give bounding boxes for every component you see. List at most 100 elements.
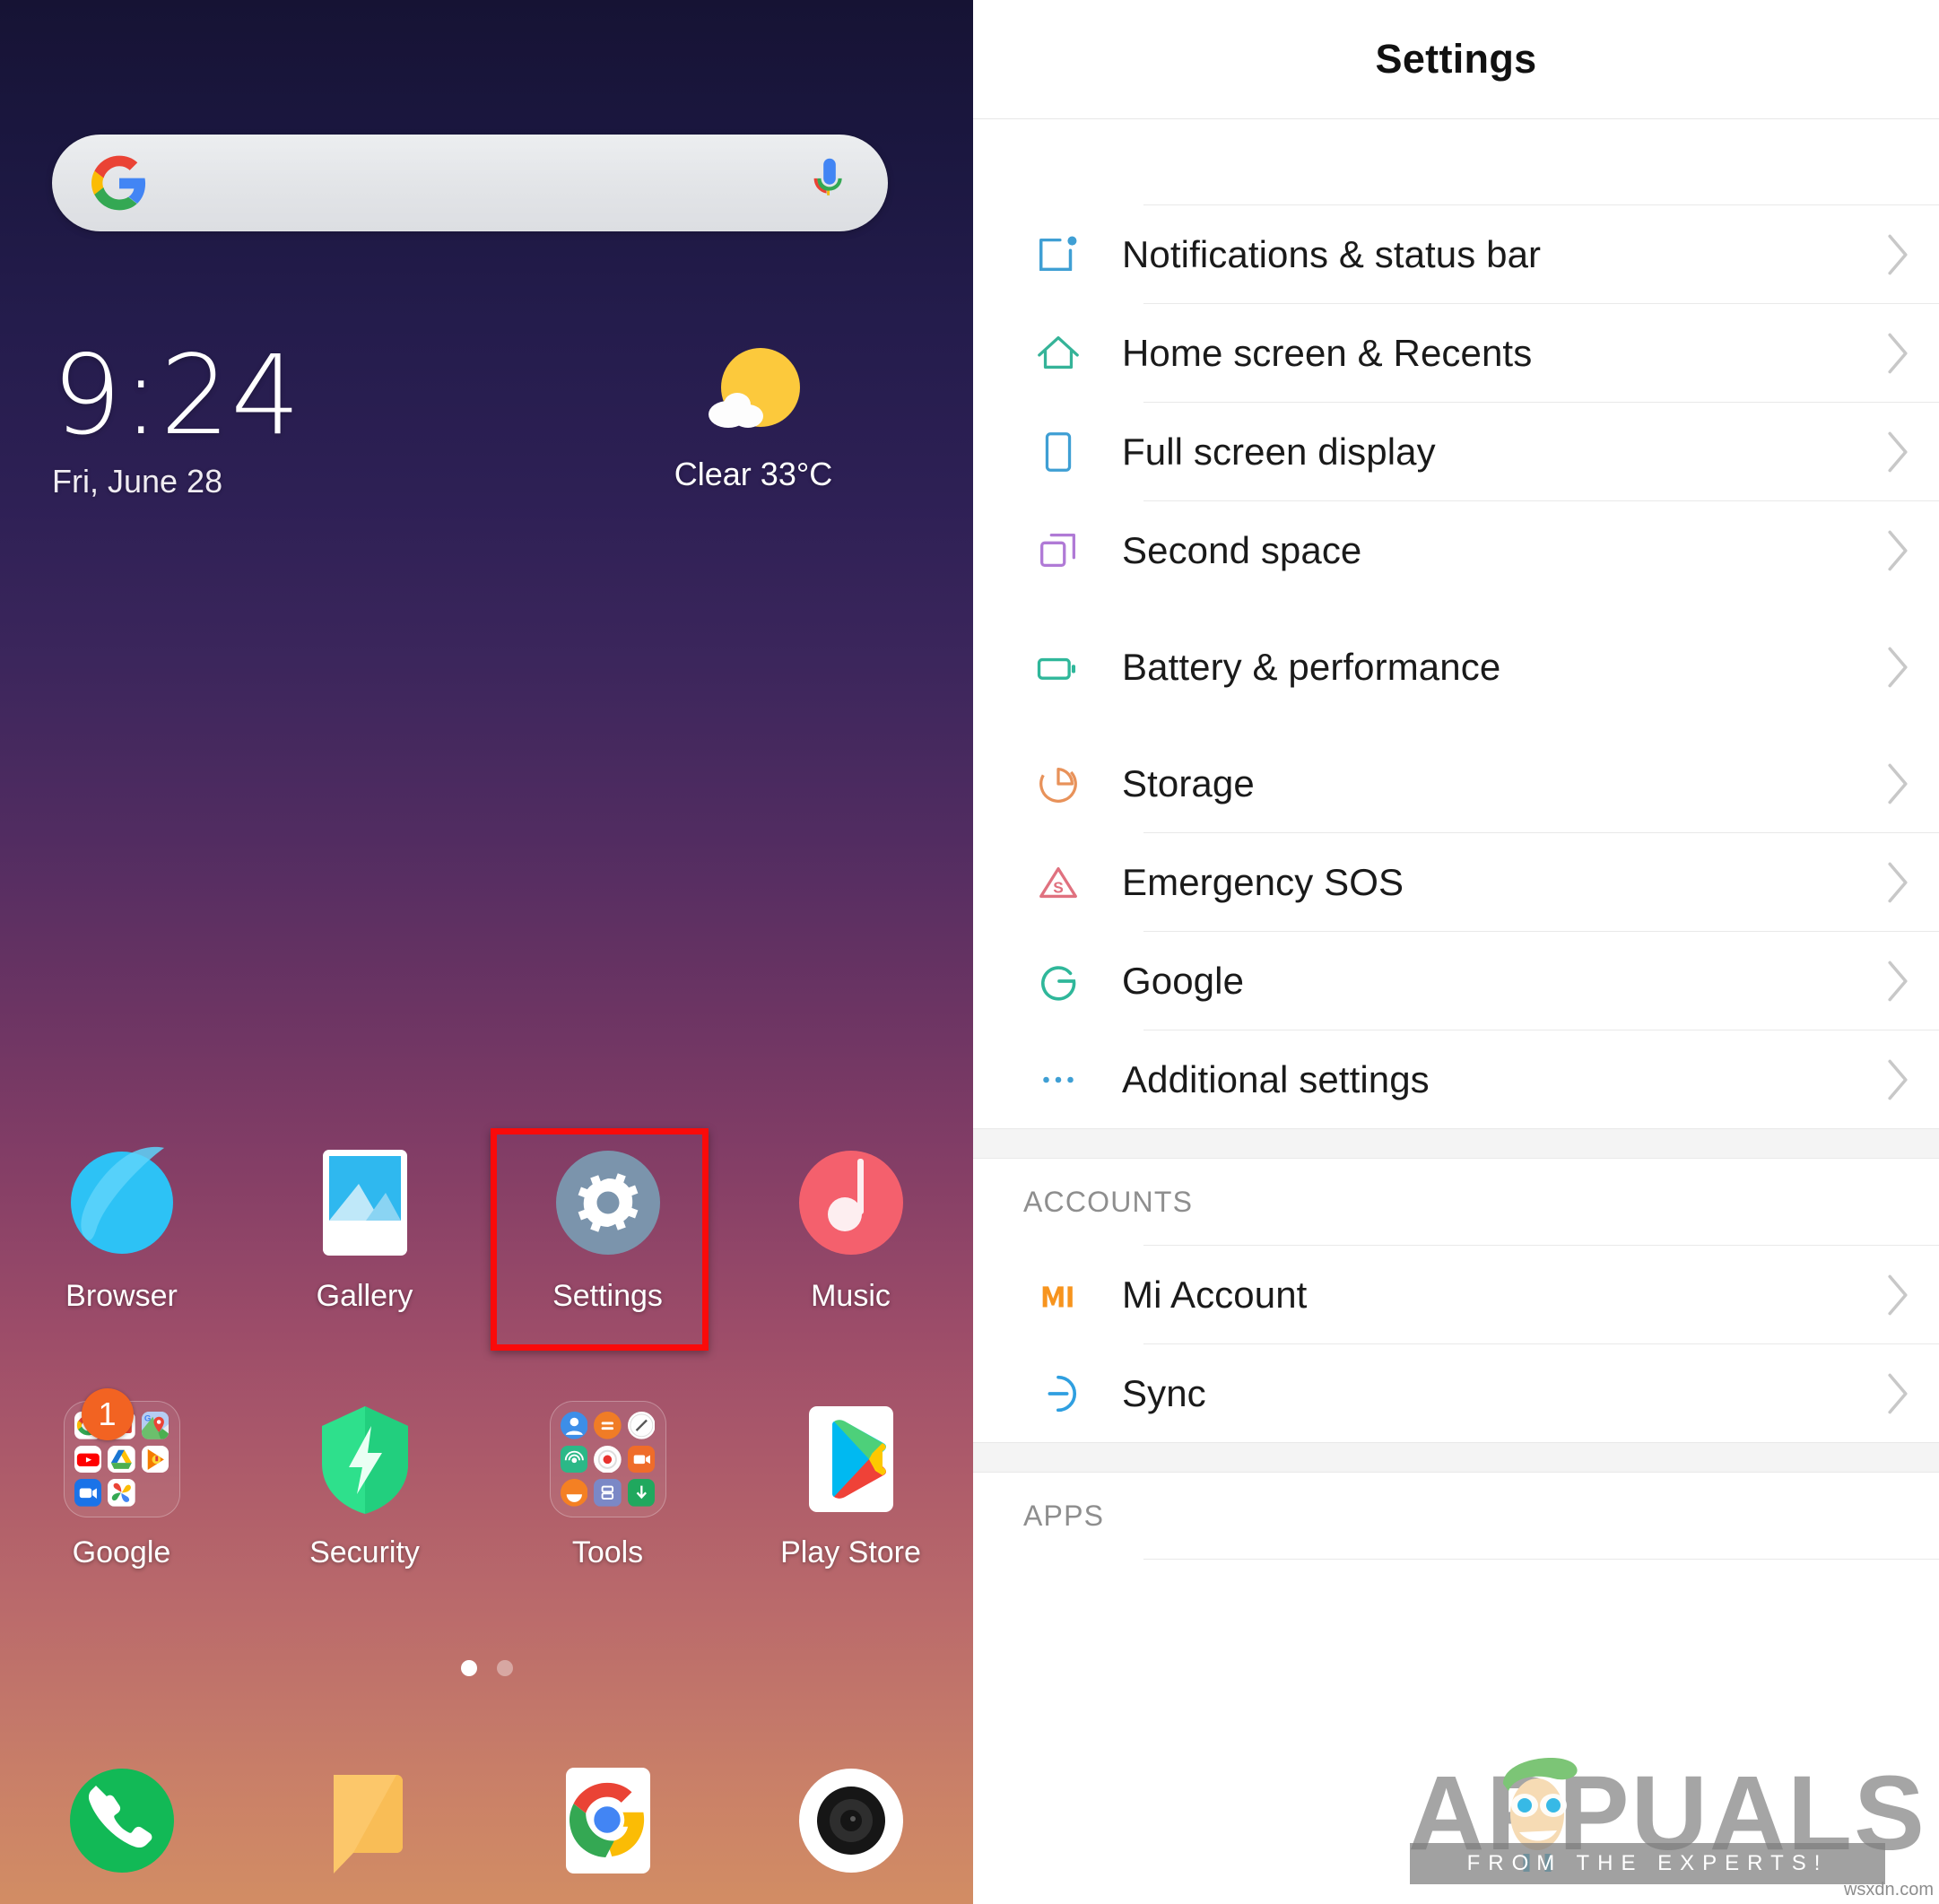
- screenshot-root: 9:24 Fri, June 28 Clear 33°C Browser Gal…: [0, 0, 1939, 1904]
- app-label: Browser: [65, 1279, 178, 1313]
- chevron-right-icon: [1856, 528, 1939, 573]
- battery-icon: [1011, 642, 1106, 692]
- settings-header: Settings: [973, 0, 1939, 118]
- app-label: Settings: [552, 1279, 663, 1313]
- clock-weather-widget[interactable]: 9:24 Fri, June 28 Clear 33°C: [52, 341, 888, 500]
- app-play-store[interactable]: Play Store: [729, 1401, 972, 1570]
- settings-row-label: Second space: [1122, 528, 1362, 571]
- google-g-outline-icon: [1011, 957, 1106, 1005]
- app-label: Music: [811, 1279, 891, 1313]
- folder-app-play-music: [141, 1445, 170, 1474]
- settings-row-additional-settings[interactable]: Additional settings: [973, 1030, 1939, 1128]
- microphone-icon[interactable]: [811, 157, 848, 209]
- notification-badge-icon: [1011, 230, 1106, 279]
- folder-app-downloads: [627, 1479, 656, 1507]
- settings-row-battery-performance[interactable]: Battery & performance: [973, 600, 1939, 735]
- app-row-2: G 1 Google Security Tools Play Store: [0, 1388, 973, 1570]
- google-folder-icon: G 1: [63, 1388, 180, 1517]
- app-label: Tools: [571, 1535, 644, 1569]
- folder-app-drive: [108, 1445, 135, 1474]
- app-security[interactable]: Security: [243, 1401, 486, 1570]
- section-header-accounts: ACCOUNTS: [973, 1159, 1939, 1245]
- camera-lens-icon: [793, 1762, 909, 1879]
- settings-row-notifications[interactable]: Notifications & status bar: [973, 205, 1939, 303]
- settings-row-label: Battery & performance: [1122, 646, 1501, 688]
- folder-app-mi-remote: [560, 1445, 588, 1474]
- partial-scrolled-row[interactable]: [973, 119, 1939, 204]
- app-gallery[interactable]: Gallery: [243, 1144, 486, 1314]
- settings-row-emergency-sos[interactable]: S Emergency SOS: [973, 833, 1939, 931]
- settings-row-label: Mi Account: [1122, 1273, 1308, 1316]
- svg-text:G: G: [144, 1414, 151, 1424]
- dock-app-chrome[interactable]: [486, 1762, 729, 1879]
- mi-logo-icon: [1011, 1271, 1106, 1319]
- sync-circle-icon: [1011, 1369, 1106, 1418]
- row-divider: [1143, 1559, 1939, 1560]
- settings-row-storage[interactable]: Storage: [973, 735, 1939, 832]
- app-settings[interactable]: Settings: [486, 1144, 729, 1314]
- settings-row-full-screen-display[interactable]: Full screen display: [973, 403, 1939, 500]
- browser-icon: [64, 1144, 180, 1261]
- chevron-right-icon: [1856, 331, 1939, 376]
- settings-row-mi-account[interactable]: Mi Account: [973, 1246, 1939, 1343]
- settings-gear-icon: [550, 1144, 666, 1261]
- settings-row-label: Home screen & Recents: [1122, 331, 1533, 374]
- app-browser[interactable]: Browser: [0, 1144, 243, 1314]
- settings-row-label: Notifications & status bar: [1122, 232, 1542, 275]
- sos-triangle-icon: S: [1011, 858, 1106, 907]
- folder-badge-count: 1: [81, 1388, 134, 1440]
- settings-row-sync[interactable]: Sync: [973, 1344, 1939, 1442]
- chevron-right-icon: [1856, 761, 1939, 806]
- chrome-icon: [550, 1762, 666, 1879]
- folder-app-compass: [627, 1412, 656, 1439]
- sun-behind-cloud-icon: [707, 348, 800, 441]
- page-dot-active[interactable]: [460, 1660, 477, 1676]
- home-dock: [0, 1762, 973, 1879]
- security-shield-icon: [307, 1401, 423, 1517]
- home-outline-icon: [1011, 329, 1106, 378]
- watermark-host: wsxdn.com: [1843, 1880, 1934, 1900]
- app-label: Gallery: [316, 1279, 413, 1313]
- message-bubble-icon: [307, 1762, 423, 1879]
- phone-outline-icon: [1011, 428, 1106, 476]
- ellipsis-icon: [1011, 1056, 1106, 1104]
- dock-app-messaging[interactable]: [243, 1762, 486, 1879]
- chevron-right-icon: [1856, 959, 1939, 1004]
- play-store-icon: [793, 1401, 909, 1517]
- app-row-1: Browser Gallery Settings Music: [0, 1144, 973, 1314]
- app-label: Security: [309, 1535, 420, 1569]
- page-dot-inactive[interactable]: [496, 1660, 513, 1676]
- appuals-watermark: APPUALS FROM THE EXPERTS! wsxdn.com: [1383, 1741, 1939, 1900]
- folder-app-photos: [108, 1479, 135, 1507]
- settings-row-label: Sync: [1122, 1371, 1206, 1414]
- settings-row-label: Additional settings: [1122, 1057, 1430, 1100]
- settings-row-second-space[interactable]: Second space: [973, 501, 1939, 599]
- chevron-right-icon: [1856, 430, 1939, 474]
- dock-app-phone[interactable]: [0, 1762, 243, 1879]
- app-label: Google: [72, 1535, 171, 1569]
- dock-app-camera[interactable]: [729, 1762, 972, 1879]
- settings-row-google[interactable]: Google: [973, 932, 1939, 1030]
- page-indicator[interactable]: [0, 1660, 973, 1676]
- app-folder-tools[interactable]: Tools: [486, 1401, 729, 1570]
- settings-row-label: Emergency SOS: [1122, 860, 1404, 903]
- music-note-icon: [793, 1144, 909, 1261]
- page-title: Settings: [1375, 36, 1537, 82]
- google-g-logo: [91, 155, 147, 211]
- watermark-tagline: FROM THE EXPERTS!: [1466, 1851, 1829, 1875]
- google-search-bar[interactable]: [52, 135, 888, 231]
- weather-widget[interactable]: Clear 33°C: [619, 341, 888, 493]
- folder-app-youtube: [74, 1445, 102, 1474]
- watermark-tagline-strip: FROM THE EXPERTS!: [1410, 1843, 1885, 1884]
- app-label: Play Store: [780, 1535, 921, 1569]
- watermark-brand: APPUALS: [1408, 1754, 1926, 1873]
- chevron-right-icon: [1856, 1273, 1939, 1317]
- android-home-screen: 9:24 Fri, June 28 Clear 33°C Browser Gal…: [0, 0, 973, 1904]
- folder-app-contacts: [560, 1412, 588, 1439]
- settings-row-label: Full screen display: [1122, 430, 1436, 473]
- settings-row-home-screen[interactable]: Home screen & Recents: [973, 304, 1939, 402]
- section-gap: [973, 1442, 1939, 1473]
- chevron-right-icon: [1856, 1371, 1939, 1416]
- app-music[interactable]: Music: [729, 1144, 972, 1314]
- app-folder-google[interactable]: G 1 Google: [0, 1388, 243, 1570]
